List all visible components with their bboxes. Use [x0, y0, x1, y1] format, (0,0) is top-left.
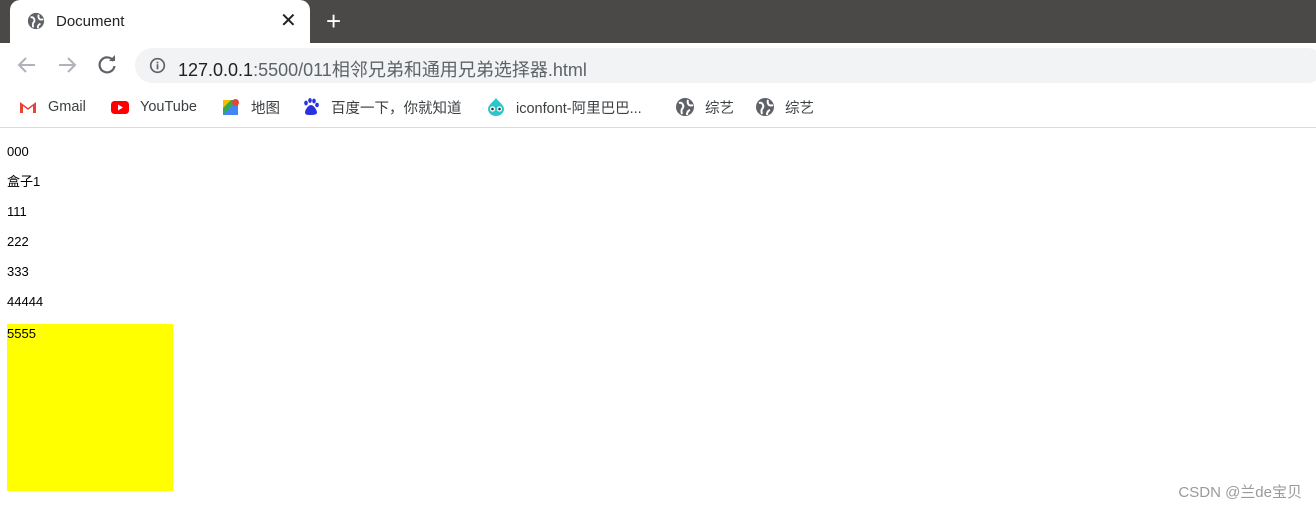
- bookmark-zongyi-1[interactable]: 综艺: [675, 96, 734, 118]
- youtube-icon: [111, 101, 129, 114]
- url-host: 127.0.0.1: [178, 60, 254, 80]
- reload-icon[interactable]: [95, 53, 119, 77]
- tab-document[interactable]: Document ✕: [10, 0, 310, 43]
- iconfont-icon: [488, 98, 504, 116]
- text-line: 000: [7, 144, 29, 159]
- tab-strip: Document ✕ +: [0, 0, 1316, 43]
- url-path: :5500/011相邻兄弟和通用兄弟选择器.html: [253, 60, 587, 80]
- url-text[interactable]: 127.0.0.1:5500/011相邻兄弟和通用兄弟选择器.html: [178, 56, 587, 82]
- browser-toolbar: 127.0.0.1:5500/011相邻兄弟和通用兄弟选择器.html: [0, 43, 1316, 88]
- bookmark-iconfont[interactable]: iconfont-阿里巴巴...: [486, 96, 642, 118]
- text-line: 222: [7, 234, 29, 249]
- globe-icon: [756, 98, 774, 116]
- bookmark-baidu[interactable]: 百度一下，你就知道: [301, 96, 462, 118]
- address-bar[interactable]: 127.0.0.1:5500/011相邻兄弟和通用兄弟选择器.html: [135, 48, 1316, 83]
- watermark: CSDN @兰de宝贝: [1178, 484, 1302, 501]
- baidu-icon: [304, 98, 319, 115]
- bookmark-gmail[interactable]: Gmail: [18, 96, 86, 118]
- tab-title: Document: [56, 13, 125, 30]
- bookmark-youtube[interactable]: YouTube: [110, 96, 197, 118]
- highlighted-box: 5555: [7, 324, 173, 491]
- bookmarks-bar: Gmail YouTube 地图 百度一下，你就知道 iconfont-阿里巴巴…: [0, 88, 1316, 128]
- text-line: 44444: [7, 294, 44, 309]
- bookmark-maps[interactable]: 地图: [221, 96, 280, 118]
- bookmark-zongyi-2[interactable]: 综艺: [755, 96, 814, 118]
- text-line: 111: [7, 204, 27, 219]
- back-arrow-icon[interactable]: [15, 53, 39, 77]
- globe-icon: [676, 98, 694, 116]
- text-line: 盒子1: [7, 174, 41, 189]
- gmail-icon: [20, 102, 36, 113]
- globe-icon: [27, 12, 45, 30]
- info-icon[interactable]: [149, 57, 166, 74]
- maps-icon: [223, 99, 239, 115]
- new-tab-button[interactable]: +: [326, 7, 341, 35]
- text-line: 333: [7, 264, 29, 279]
- close-tab-icon[interactable]: ✕: [280, 9, 297, 33]
- page-content: 000 盒子1 111 222 333 44444 5555 CSDN @兰de…: [0, 129, 1316, 507]
- forward-arrow-icon[interactable]: [55, 53, 79, 77]
- box-text: 5555: [7, 326, 36, 341]
